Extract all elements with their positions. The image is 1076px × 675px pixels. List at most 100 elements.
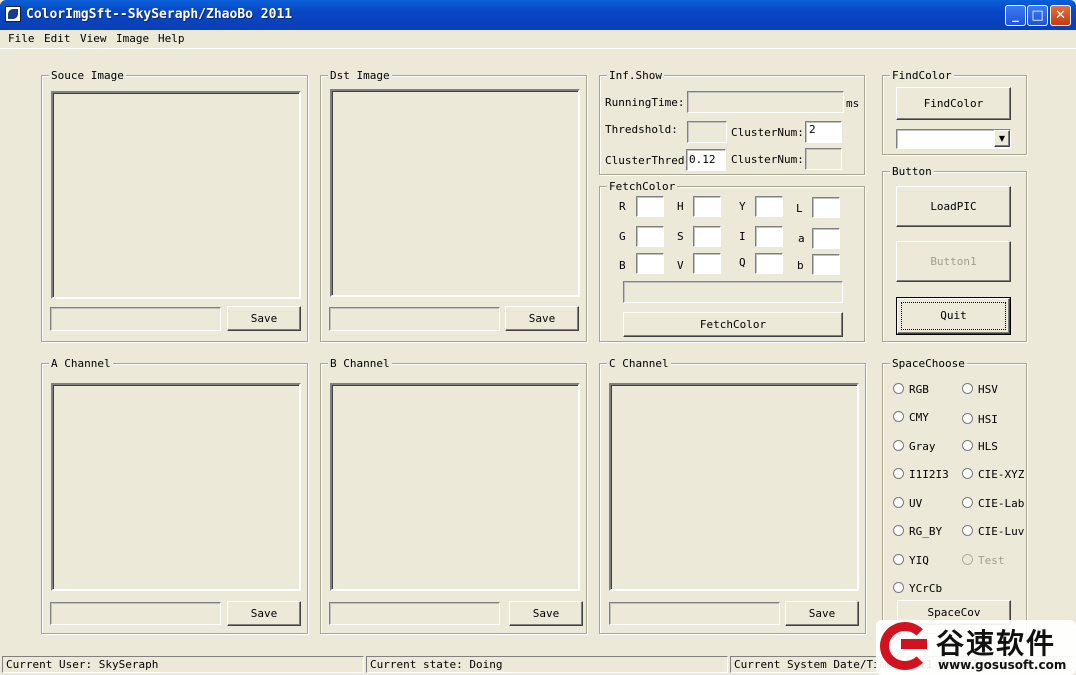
- radio-cie-lab-label[interactable]: CIE-Lab: [978, 497, 1024, 510]
- fetch-label-b: B: [619, 259, 626, 272]
- source-image-legend: Souce Image: [49, 69, 126, 82]
- button1-button[interactable]: Button1: [896, 241, 1011, 282]
- radio-cmy[interactable]: [893, 411, 904, 422]
- dst-path-field[interactable]: [329, 307, 500, 331]
- radio-yiq-label[interactable]: YIQ: [909, 554, 929, 567]
- quit-button[interactable]: Quit: [896, 297, 1011, 335]
- find-color-dropdown[interactable]: ▼: [896, 129, 1011, 149]
- radio-cie-lab[interactable]: [962, 497, 973, 508]
- fetch-s-input[interactable]: [693, 226, 721, 247]
- fetch-label-g: G: [619, 230, 626, 243]
- fetch-label-h: H: [677, 200, 684, 213]
- radio-uv-label[interactable]: UV: [909, 497, 922, 510]
- chevron-down-icon[interactable]: ▼: [994, 130, 1010, 147]
- fetch-label-b2: b: [797, 259, 804, 272]
- radio-cie-luv[interactable]: [962, 525, 973, 536]
- menu-view[interactable]: View: [80, 32, 107, 45]
- fetch-q-input[interactable]: [755, 253, 783, 274]
- source-image-group: Souce Image Save: [41, 69, 308, 342]
- radio-rgb-label[interactable]: RGB: [909, 383, 929, 396]
- inf-show-legend: Inf.Show: [607, 69, 664, 82]
- radio-cie-xyz[interactable]: [962, 468, 973, 479]
- menu-file[interactable]: File: [8, 32, 35, 45]
- app-icon: [5, 6, 21, 22]
- b-channel-path-field[interactable]: [329, 602, 500, 625]
- fetch-v-input[interactable]: [693, 253, 721, 274]
- menu-help[interactable]: Help: [158, 32, 185, 45]
- dst-image-legend: Dst Image: [328, 69, 392, 82]
- fetch-color-legend: FetchColor: [607, 180, 678, 193]
- fetch-l-input[interactable]: [812, 197, 840, 218]
- radio-cie-xyz-label[interactable]: CIE-XYZ: [978, 468, 1024, 481]
- b-channel-legend: B Channel: [328, 357, 392, 370]
- watermark-text: 谷速软件: [936, 627, 1057, 660]
- radio-rgb[interactable]: [893, 383, 904, 394]
- radio-test-label[interactable]: Test: [978, 554, 1005, 567]
- fetch-color-display: [623, 281, 843, 303]
- radio-hsv-label[interactable]: HSV: [978, 383, 998, 396]
- window-title: ColorImgSft--SkySeraph/ZhaoBo 2011: [26, 7, 293, 22]
- radio-hls-label[interactable]: HLS: [978, 440, 998, 453]
- radio-gray[interactable]: [893, 440, 904, 451]
- fetch-g-input[interactable]: [636, 226, 664, 247]
- cluster-num-label: ClusterNum:: [731, 126, 804, 139]
- fetch-y-input[interactable]: [755, 196, 783, 217]
- space-choose-group: SpaceChoose RGB CMY Gray I1I2I3 UV RG_BY…: [882, 357, 1027, 634]
- maximize-button[interactable]: □: [1027, 5, 1048, 26]
- radio-rg-by[interactable]: [893, 525, 904, 536]
- fetch-label-v: V: [677, 259, 684, 272]
- menu-edit[interactable]: Edit: [44, 32, 71, 45]
- radio-hsi[interactable]: [962, 413, 973, 424]
- thredshold-label: Thredshold:: [605, 123, 678, 136]
- source-path-field[interactable]: [50, 307, 221, 331]
- fetch-i-input[interactable]: [755, 226, 783, 247]
- radio-uv[interactable]: [893, 497, 904, 508]
- c-channel-path-field[interactable]: [609, 602, 780, 625]
- radio-hsv[interactable]: [962, 383, 973, 394]
- c-channel-save-button[interactable]: Save: [785, 601, 859, 626]
- source-save-button[interactable]: Save: [227, 306, 301, 331]
- menu-image[interactable]: Image: [116, 32, 149, 45]
- a-channel-path-field[interactable]: [50, 602, 221, 625]
- fetch-b-input[interactable]: [636, 253, 664, 274]
- radio-hsi-label[interactable]: HSI: [978, 413, 998, 426]
- a-channel-view: [51, 383, 301, 591]
- watermark-url: www.gosusoft.com: [938, 658, 1067, 672]
- status-current-user: Current User: SkySeraph: [2, 656, 364, 673]
- radio-test[interactable]: [962, 554, 973, 565]
- a-channel-save-button[interactable]: Save: [227, 601, 301, 626]
- fetch-label-y: Y: [739, 200, 746, 213]
- title-bar[interactable]: ColorImgSft--SkySeraph/ZhaoBo 2011 _ □ ✕: [0, 0, 1076, 30]
- radio-cmy-label[interactable]: CMY: [909, 411, 929, 424]
- b-channel-save-button[interactable]: Save: [509, 601, 583, 626]
- fetch-color-button[interactable]: FetchColor: [623, 312, 843, 337]
- radio-yiq[interactable]: [893, 554, 904, 565]
- radio-gray-label[interactable]: Gray: [909, 440, 936, 453]
- find-color-button[interactable]: FindColor: [896, 87, 1011, 120]
- radio-hls[interactable]: [962, 440, 973, 451]
- radio-i1i2i3[interactable]: [893, 468, 904, 479]
- load-pic-button[interactable]: LoadPIC: [896, 186, 1011, 227]
- source-image-view: [51, 91, 301, 299]
- fetch-h-input[interactable]: [693, 196, 721, 217]
- cluster-thred-input[interactable]: 0.12: [686, 149, 726, 171]
- minimize-button[interactable]: _: [1005, 5, 1026, 26]
- close-button[interactable]: ✕: [1050, 5, 1071, 26]
- fetch-a-input[interactable]: [812, 228, 840, 249]
- radio-ycrcb-label[interactable]: YCrCb: [909, 582, 942, 595]
- radio-rg-by-label[interactable]: RG_BY: [909, 525, 942, 538]
- dst-save-button[interactable]: Save: [505, 306, 579, 331]
- radio-cie-luv-label[interactable]: CIE-Luv: [978, 525, 1024, 538]
- watermark-logo-icon: [880, 622, 930, 670]
- a-channel-group: A Channel Save: [41, 357, 308, 634]
- fetch-r-input[interactable]: [636, 196, 664, 217]
- cluster-num-input[interactable]: 2: [805, 121, 842, 143]
- fetch-color-group: FetchColor R H Y L G S I a B V Q b Fetch…: [599, 180, 865, 342]
- dst-image-group: Dst Image Save: [320, 69, 587, 342]
- running-time-unit: ms: [846, 97, 860, 110]
- radio-i1i2i3-label[interactable]: I1I2I3: [909, 468, 949, 481]
- radio-ycrcb[interactable]: [893, 582, 904, 593]
- fetch-b2-input[interactable]: [812, 254, 840, 275]
- thredshold-field: [687, 121, 727, 143]
- a-channel-legend: A Channel: [49, 357, 113, 370]
